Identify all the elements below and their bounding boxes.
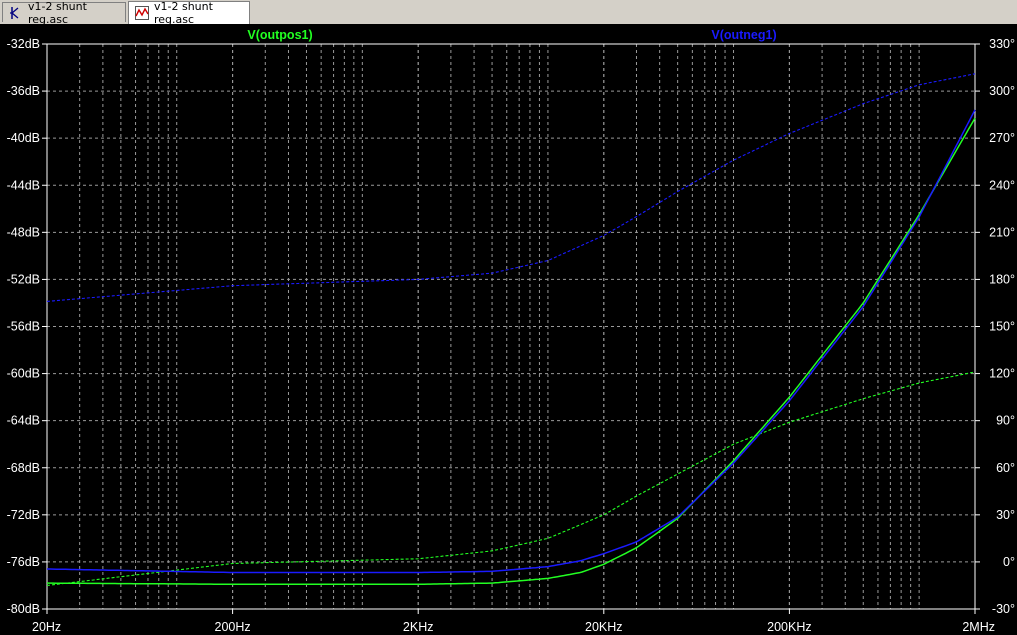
y-axis-right-labels: 330° 300° 270° 240° 210° 180° 150° 120° 90° 60° 30… — [989, 37, 1015, 616]
grid-lines — [47, 44, 975, 609]
legend-entry-outneg1[interactable]: V(outneg1) — [711, 28, 776, 42]
y-right-tick-label: 120° — [989, 367, 1015, 381]
x-tick-label: 2KHz — [403, 620, 434, 634]
tab-label: v1-2 shunt reg.asc — [28, 0, 87, 26]
x-axis-labels: 20Hz 200Hz 2KHz 20KHz 200KHz 2MHz — [32, 620, 995, 634]
x-tick-label: 20KHz — [585, 620, 623, 634]
y-left-tick-label: -48dB — [7, 225, 40, 239]
y-left-tick-label: -36dB — [7, 84, 40, 98]
bode-plot[interactable]: 20Hz 200Hz 2KHz 20KHz 200KHz 2MHz -32dB-36dB-… — [0, 24, 1017, 635]
x-tick-label: 200Hz — [215, 620, 251, 634]
tab-label: v1-2 shunt reg.asc — [154, 0, 213, 26]
phase-trace-outneg1[interactable] — [46, 73, 976, 302]
y-right-tick-label: 240° — [989, 178, 1015, 192]
y-left-tick-label: -76dB — [7, 555, 40, 569]
y-right-tick-label: 210° — [989, 225, 1015, 239]
legend: V(outpos1) V(outneg1) — [247, 28, 776, 42]
traces — [46, 73, 976, 587]
y-left-tick-label: -56dB — [7, 320, 40, 334]
y-left-tick-label: -80dB — [7, 602, 40, 616]
phase-trace-outpos1[interactable] — [46, 371, 976, 587]
document-tab-bar: v1-2 shunt reg.asc v1-2 shunt reg.asc — [0, 0, 1017, 26]
y-right-tick-label: 60° — [996, 461, 1015, 475]
y-left-tick-label: -68dB — [7, 461, 40, 475]
y-right-tick-label: 150° — [989, 320, 1015, 334]
x-tick-label: 2MHz — [962, 620, 995, 634]
y-left-tick-label: -44dB — [7, 178, 40, 192]
waveform-plot-pane[interactable]: 20Hz 200Hz 2KHz 20KHz 200KHz 2MHz -32dB -36dB -… — [0, 24, 1017, 635]
y-left-tick-label: -40dB — [7, 131, 40, 145]
y-left-tick-label: -64dB — [7, 414, 40, 428]
x-tick-label: 20Hz — [32, 620, 61, 634]
waveform-icon — [135, 6, 149, 20]
y-right-tick-label: 0° — [1003, 555, 1015, 569]
schematic-icon — [9, 6, 23, 20]
y-right-tick-label: 270° — [989, 131, 1015, 145]
x-tick-label: 200KHz — [767, 620, 811, 634]
tab-schematic[interactable]: v1-2 shunt reg.asc — [2, 0, 126, 26]
y-right-tick-label: 300° — [989, 84, 1015, 98]
y-axis-left-labels: -32dB -36dB -40dB -44dB -48dB -52dB -56dB -60dB… — [7, 37, 40, 616]
magnitude-trace-outneg1[interactable] — [47, 109, 976, 574]
tab-waveform[interactable]: v1-2 shunt reg.asc — [128, 0, 250, 26]
y-right-tick-label: 180° — [989, 272, 1015, 286]
legend-entry-outpos1[interactable]: V(outpos1) — [247, 28, 312, 42]
y-left-tick-label: -32dB — [7, 37, 40, 51]
y-right-tick-label: 90° — [996, 414, 1015, 428]
y-right-tick-label: -30° — [992, 602, 1015, 616]
y-left-tick-label: -72dB — [7, 508, 40, 522]
y-right-tick-label: 30° — [996, 508, 1015, 522]
y-left-tick-label: -60dB — [7, 367, 40, 381]
y-left-tick-label: -52dB — [7, 272, 40, 286]
plot-frame — [42, 43, 980, 614]
y-right-tick-label: 330° — [989, 37, 1015, 51]
